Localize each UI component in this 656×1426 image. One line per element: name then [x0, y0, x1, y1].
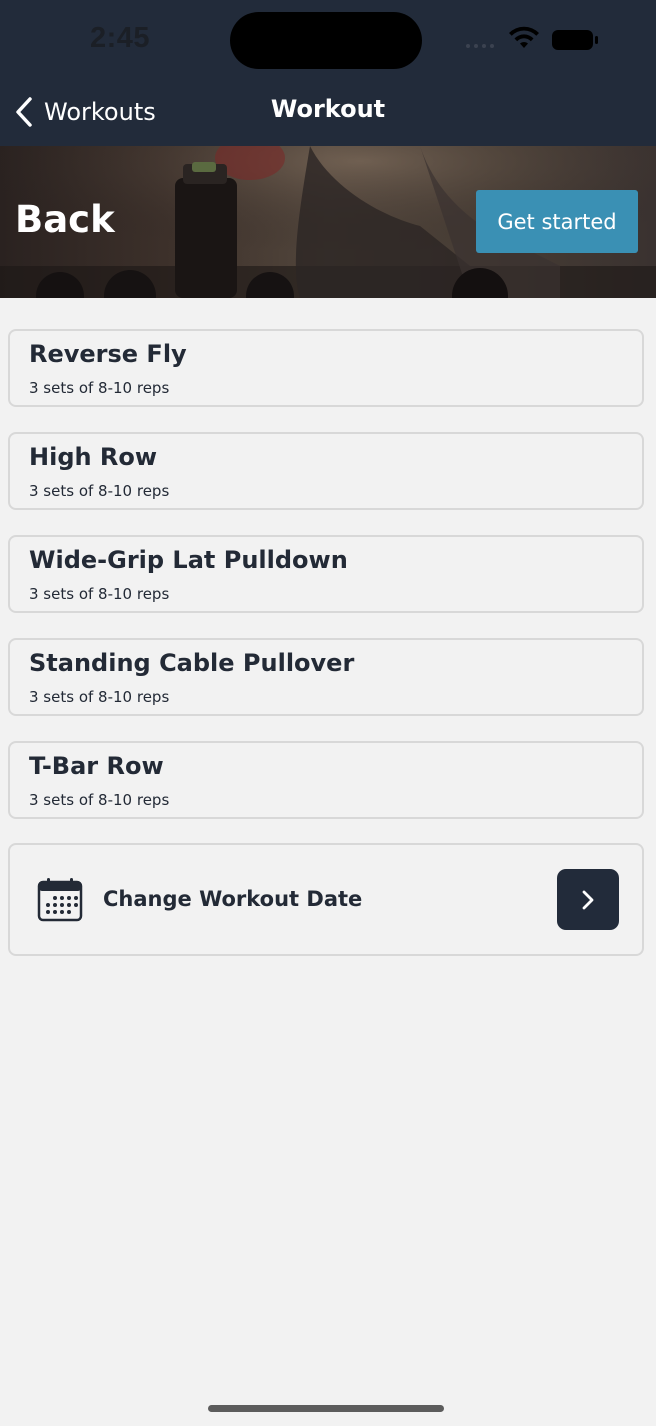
exercise-card[interactable]: Reverse Fly 3 sets of 8-10 reps: [8, 329, 644, 407]
exercise-list: Reverse Fly 3 sets of 8-10 reps High Row…: [8, 329, 644, 844]
cellular-signal-icon: [466, 44, 494, 48]
chevron-right-icon: [582, 890, 594, 909]
exercise-card[interactable]: Standing Cable Pullover 3 sets of 8-10 r…: [8, 638, 644, 716]
exercise-card[interactable]: T-Bar Row 3 sets of 8-10 reps: [8, 741, 644, 819]
calendar-icon: [37, 878, 83, 922]
exercise-name: High Row: [29, 443, 158, 471]
get-started-button[interactable]: Get started: [476, 190, 638, 253]
change-workout-date-card[interactable]: Change Workout Date: [8, 843, 644, 956]
exercise-detail: 3 sets of 8-10 reps: [29, 688, 170, 706]
exercise-detail: 3 sets of 8-10 reps: [29, 585, 170, 603]
wifi-icon: [509, 26, 539, 48]
exercise-detail: 3 sets of 8-10 reps: [29, 482, 170, 500]
home-indicator[interactable]: [208, 1405, 444, 1412]
top-bar: 2:45 Workouts Workout: [0, 0, 656, 146]
exercise-name: Wide-Grip Lat Pulldown: [29, 546, 348, 574]
status-time: 2:45: [90, 22, 151, 54]
change-workout-date-label: Change Workout Date: [103, 887, 363, 911]
exercise-name: T-Bar Row: [29, 752, 164, 780]
exercise-card[interactable]: Wide-Grip Lat Pulldown 3 sets of 8-10 re…: [8, 535, 644, 613]
battery-icon: [552, 30, 598, 50]
exercise-name: Reverse Fly: [29, 340, 187, 368]
change-workout-date-button[interactable]: [557, 869, 619, 930]
hero-title: Back: [15, 198, 115, 241]
nav-title: Workout: [270, 95, 386, 123]
exercise-name: Standing Cable Pullover: [29, 649, 355, 677]
dynamic-island: [230, 12, 422, 69]
exercise-card[interactable]: High Row 3 sets of 8-10 reps: [8, 432, 644, 510]
exercise-detail: 3 sets of 8-10 reps: [29, 791, 170, 809]
exercise-detail: 3 sets of 8-10 reps: [29, 379, 170, 397]
hero-banner: Back Get started: [0, 146, 656, 298]
